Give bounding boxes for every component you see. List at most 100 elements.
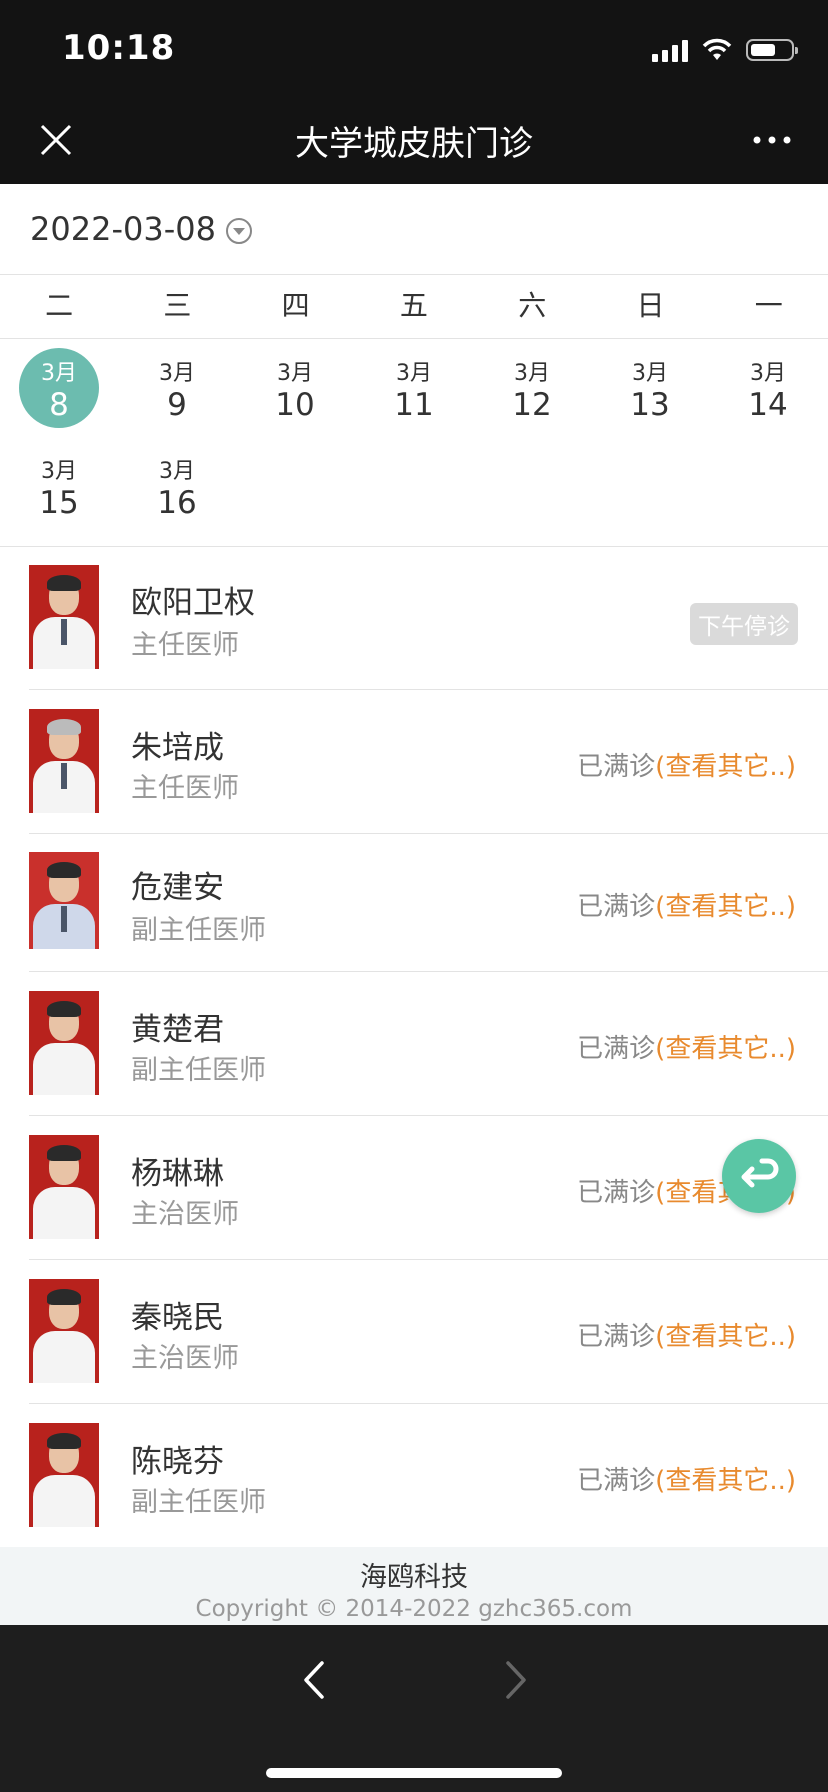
calendar-day[interactable]: 3月 10 bbox=[255, 348, 335, 428]
status-time: 10:18 bbox=[62, 28, 176, 68]
doctor-status: 已满诊(查看其它..) bbox=[577, 746, 796, 783]
day-number: 16 bbox=[157, 485, 197, 521]
doctor-title: 主任医师 bbox=[131, 773, 239, 804]
more-icon[interactable] bbox=[752, 126, 792, 154]
doctor-name: 陈晓芬 bbox=[131, 1444, 224, 1480]
calendar-day[interactable]: 3月 13 bbox=[610, 348, 690, 428]
battery-icon bbox=[746, 39, 798, 61]
nav-bar: 大学城皮肤门诊 bbox=[0, 96, 828, 184]
doctor-title: 主任医师 bbox=[131, 630, 239, 661]
doctor-status: 已满诊(查看其它..) bbox=[577, 1316, 796, 1353]
doctor-name: 杨琳琳 bbox=[131, 1156, 224, 1192]
forward-icon[interactable] bbox=[498, 1655, 534, 1705]
bottom-toolbar bbox=[0, 1625, 828, 1792]
view-other-link[interactable]: (查看其它..) bbox=[655, 892, 796, 922]
day-number: 12 bbox=[512, 387, 552, 423]
calendar-day[interactable]: 3月 12 bbox=[492, 348, 572, 428]
doctor-row[interactable]: 黄楚君 副主任医师 已满诊(查看其它..) bbox=[29, 972, 828, 1116]
full-status: 已满诊 bbox=[577, 1034, 656, 1064]
view-other-link[interactable]: (查看其它..) bbox=[655, 1034, 796, 1064]
doctor-name: 朱培成 bbox=[131, 730, 224, 766]
doctor-name: 危建安 bbox=[131, 870, 224, 906]
doctor-status: 已满诊(查看其它..) bbox=[577, 1028, 796, 1065]
page-footer: 海鸥科技 Copyright © 2014-2022 gzhc365.com bbox=[0, 1547, 828, 1625]
calendar-day[interactable]: 3月 15 bbox=[19, 446, 99, 526]
return-button[interactable] bbox=[722, 1139, 796, 1213]
day-number: 14 bbox=[748, 387, 788, 423]
day-number: 8 bbox=[49, 387, 69, 423]
calendar-day[interactable]: 3月 16 bbox=[137, 446, 217, 526]
doctor-row[interactable]: 杨琳琳 主治医师 已满诊(查看其它..) bbox=[29, 1116, 828, 1260]
doctor-title: 副主任医师 bbox=[131, 1055, 266, 1086]
full-status: 已满诊 bbox=[577, 1322, 656, 1352]
doctor-avatar bbox=[29, 1135, 99, 1239]
day-month: 3月 bbox=[277, 361, 313, 386]
doctor-avatar bbox=[29, 852, 99, 949]
status-badge: 下午停诊 bbox=[690, 603, 798, 645]
day-month: 3月 bbox=[514, 361, 550, 386]
weekday-label: 一 bbox=[754, 289, 783, 322]
day-number: 11 bbox=[394, 387, 434, 423]
day-month: 3月 bbox=[159, 459, 195, 484]
doctor-name: 欧阳卫权 bbox=[131, 585, 255, 621]
full-status: 已满诊 bbox=[577, 892, 656, 922]
back-icon[interactable] bbox=[296, 1655, 332, 1705]
full-status: 已满诊 bbox=[577, 752, 656, 782]
day-number: 9 bbox=[167, 387, 187, 423]
dropdown-icon[interactable] bbox=[224, 216, 254, 246]
wifi-icon bbox=[702, 38, 732, 60]
doctor-row[interactable]: 秦晓民 主治医师 已满诊(查看其它..) bbox=[29, 1260, 828, 1404]
doctor-name: 秦晓民 bbox=[131, 1300, 224, 1336]
doctor-avatar bbox=[29, 1279, 99, 1383]
day-month: 3月 bbox=[396, 361, 432, 386]
calendar-grid: 3月 8 3月 9 3月 10 3月 11 3月 12 3月 13 3月 14 … bbox=[0, 340, 828, 547]
doctor-row[interactable]: 朱培成 主任医师 已满诊(查看其它..) bbox=[29, 690, 828, 834]
doctor-title: 副主任医师 bbox=[131, 915, 266, 946]
doctor-avatar bbox=[29, 991, 99, 1095]
doctor-row[interactable]: 欧阳卫权 主任医师 下午停诊 bbox=[29, 547, 828, 690]
day-month: 3月 bbox=[41, 459, 77, 484]
selected-date[interactable]: 2022-03-08 bbox=[30, 210, 216, 248]
view-other-link[interactable]: (查看其它..) bbox=[655, 1466, 796, 1496]
date-selector[interactable]: 2022-03-08 bbox=[0, 184, 828, 275]
calendar-day[interactable]: 3月 11 bbox=[374, 348, 454, 428]
calendar-day[interactable]: 3月 14 bbox=[728, 348, 808, 428]
doctor-title: 副主任医师 bbox=[131, 1487, 266, 1518]
doctor-title: 主治医师 bbox=[131, 1199, 239, 1230]
day-month: 3月 bbox=[632, 361, 668, 386]
weekday-label: 二 bbox=[45, 289, 74, 322]
return-arrow-icon bbox=[741, 1158, 779, 1188]
weekday-label: 日 bbox=[636, 289, 665, 322]
day-month: 3月 bbox=[159, 361, 195, 386]
calendar-day-selected[interactable]: 3月 8 bbox=[19, 348, 99, 428]
doctor-row[interactable]: 陈晓芬 副主任医师 已满诊(查看其它..) bbox=[29, 1404, 828, 1547]
day-month: 3月 bbox=[41, 361, 77, 386]
doctor-avatar bbox=[29, 709, 99, 813]
view-other-link[interactable]: (查看其它..) bbox=[655, 1322, 796, 1352]
doctor-title: 主治医师 bbox=[131, 1343, 239, 1374]
home-indicator[interactable] bbox=[266, 1768, 562, 1778]
weekday-header: 二 三 四 五 六 日 一 bbox=[0, 274, 828, 339]
doctor-avatar bbox=[29, 1423, 99, 1527]
footer-brand: 海鸥科技 bbox=[360, 1562, 468, 1593]
full-status: 已满诊 bbox=[577, 1466, 656, 1496]
weekday-label: 五 bbox=[399, 289, 428, 322]
weekday-label: 六 bbox=[518, 289, 547, 322]
view-other-link[interactable]: (查看其它..) bbox=[655, 752, 796, 782]
weekday-label: 三 bbox=[163, 289, 192, 322]
day-number: 10 bbox=[275, 387, 315, 423]
doctor-status: 已满诊(查看其它..) bbox=[577, 886, 796, 923]
footer-copyright: Copyright © 2014-2022 gzhc365.com bbox=[195, 1596, 633, 1622]
day-month: 3月 bbox=[750, 361, 786, 386]
doctor-name: 黄楚君 bbox=[131, 1012, 224, 1048]
full-status: 已满诊 bbox=[577, 1178, 656, 1208]
day-number: 13 bbox=[630, 387, 670, 423]
doctor-avatar bbox=[29, 565, 99, 669]
day-number: 15 bbox=[39, 485, 79, 521]
weekday-label: 四 bbox=[281, 289, 310, 322]
status-icons bbox=[652, 34, 798, 66]
page-title: 大学城皮肤门诊 bbox=[295, 124, 533, 164]
doctor-row[interactable]: 危建安 副主任医师 已满诊(查看其它..) bbox=[29, 834, 828, 972]
signal-icon bbox=[652, 38, 688, 62]
calendar-day[interactable]: 3月 9 bbox=[137, 348, 217, 428]
